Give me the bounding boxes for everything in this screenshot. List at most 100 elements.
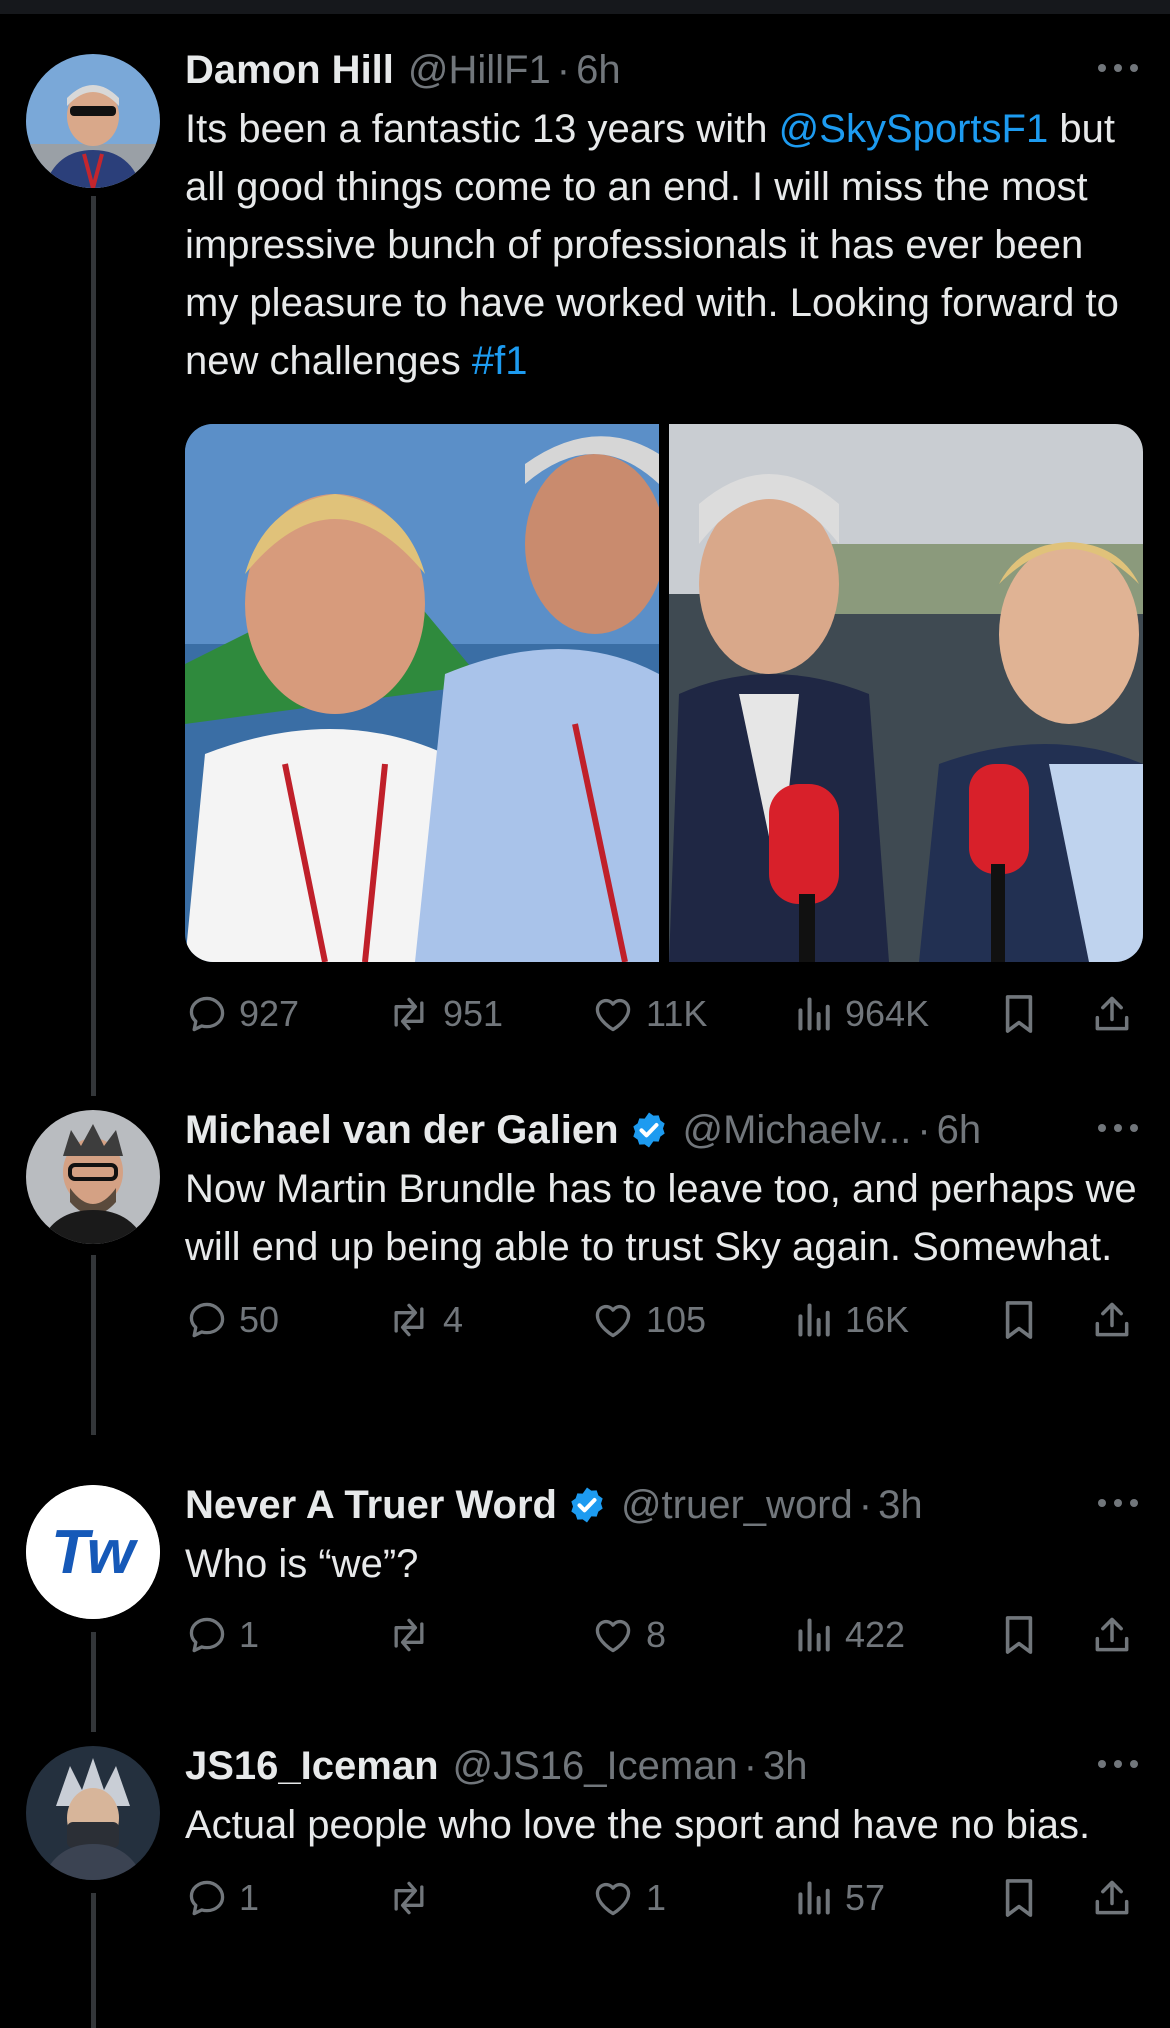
likes-count: 1 [646, 1877, 667, 1918]
replies-count: 1 [239, 1614, 260, 1655]
reply-button[interactable]: 1 [185, 1605, 259, 1665]
timestamp[interactable]: 3h [878, 1483, 923, 1528]
repost-icon [385, 1876, 433, 1920]
share-icon [1090, 1296, 1134, 1344]
photo-right[interactable] [669, 424, 1143, 962]
timestamp[interactable]: 6h [937, 1108, 982, 1153]
avatar[interactable]: Tw [26, 1485, 160, 1619]
views-count: 57 [845, 1877, 886, 1918]
heart-icon [590, 1613, 636, 1657]
repost-button[interactable]: 4 [385, 1290, 463, 1350]
verified-badge-icon[interactable] [567, 1485, 607, 1525]
tweet-text-part: Now Martin Brundle has to leave too, and… [185, 1167, 1137, 1269]
avatar[interactable] [26, 54, 160, 188]
repost-button[interactable]: 951 [385, 984, 503, 1044]
views-icon [795, 1613, 835, 1657]
author-handle[interactable]: @HillF1 [408, 48, 551, 93]
tweet-content: JS16_Iceman @JS16_Iceman · 3h Actual peo… [185, 1736, 1140, 1928]
reposts-count: 4 [443, 1299, 464, 1340]
views-count: 422 [845, 1614, 906, 1655]
tweet-header: JS16_Iceman @JS16_Iceman · 3h [185, 1736, 1140, 1796]
views-icon [795, 992, 835, 1036]
bookmark-icon [1000, 990, 1038, 1038]
more-options-icon[interactable] [1096, 1754, 1140, 1774]
reply-icon [185, 992, 229, 1036]
bookmark-button[interactable] [1000, 1605, 1038, 1665]
timestamp[interactable]: 3h [763, 1744, 808, 1789]
tweet-link[interactable]: #f1 [472, 339, 528, 383]
thread-line [91, 1893, 96, 2028]
tweet-link[interactable]: @SkySportsF1 [779, 107, 1049, 151]
separator-dot: · [858, 1482, 873, 1527]
replies-count: 50 [239, 1299, 280, 1340]
share-button[interactable] [1090, 1605, 1134, 1665]
author-name[interactable]: Michael van der Galien [185, 1108, 619, 1153]
action-bar: 1 8 422 [185, 1605, 1140, 1665]
repost-button[interactable] [385, 1868, 433, 1928]
heart-icon [590, 1876, 636, 1920]
separator-dot: · [743, 1743, 758, 1788]
share-button[interactable] [1090, 1290, 1134, 1350]
views-button[interactable]: 422 [795, 1605, 905, 1665]
author-handle[interactable]: @Michaelv... [683, 1108, 912, 1153]
tweet-text: Who is “we”? [185, 1535, 1140, 1593]
views-button[interactable]: 964K [795, 984, 929, 1044]
author-name[interactable]: Damon Hill [185, 48, 394, 93]
avatar[interactable] [26, 1746, 160, 1880]
avatar[interactable] [26, 1110, 160, 1244]
separator-dot: · [556, 47, 571, 92]
more-options-icon[interactable] [1096, 1493, 1140, 1513]
tweet-text-part: Its been a fantastic 13 years with [185, 107, 779, 151]
status-strip [0, 0, 1170, 14]
tweet-content: Damon Hill @HillF1 · 6h Its been a fanta… [185, 40, 1143, 1044]
views-button[interactable]: 57 [795, 1868, 885, 1928]
bookmark-button[interactable] [1000, 1868, 1038, 1928]
tweet-content: Michael van der Galien @Michaelv... · 6h… [185, 1100, 1140, 1350]
heart-icon [590, 992, 636, 1036]
photo-left[interactable] [185, 424, 659, 962]
thread-line [91, 1255, 96, 1435]
reply-button[interactable]: 927 [185, 984, 299, 1044]
share-button[interactable] [1090, 984, 1134, 1044]
timestamp[interactable]: 6h [576, 48, 621, 93]
share-button[interactable] [1090, 1868, 1134, 1928]
replies-count: 1 [239, 1877, 260, 1918]
reposts-count: 951 [443, 993, 504, 1034]
replies-count: 927 [239, 993, 300, 1034]
tweet-text-part: Actual people who love the sport and hav… [185, 1803, 1091, 1847]
reply-button[interactable]: 50 [185, 1290, 279, 1350]
like-button[interactable]: 11K [590, 984, 707, 1044]
more-options-icon[interactable] [1096, 58, 1140, 78]
action-bar: 927 951 11K 964K [185, 984, 1140, 1044]
action-bar: 50 4 105 16K [185, 1290, 1140, 1350]
action-bar: 1 1 57 [185, 1868, 1140, 1928]
repost-icon [385, 1298, 433, 1342]
repost-button[interactable] [385, 1605, 433, 1665]
likes-count: 105 [646, 1299, 707, 1340]
tweet-header: Never A Truer Word @truer_word · 3h [185, 1475, 1140, 1535]
more-options-icon[interactable] [1096, 1118, 1140, 1138]
tweet-text: Actual people who love the sport and hav… [185, 1796, 1140, 1854]
author-name[interactable]: JS16_Iceman [185, 1744, 439, 1789]
views-button[interactable]: 16K [795, 1290, 909, 1350]
media-grid[interactable] [185, 424, 1143, 962]
like-button[interactable]: 8 [590, 1605, 666, 1665]
likes-count: 8 [646, 1614, 667, 1655]
share-icon [1090, 990, 1134, 1038]
views-count: 964K [845, 993, 930, 1034]
author-handle[interactable]: @truer_word [621, 1483, 853, 1528]
likes-count: 11K [646, 993, 708, 1034]
share-icon [1090, 1611, 1134, 1659]
like-button[interactable]: 105 [590, 1290, 706, 1350]
bookmark-button[interactable] [1000, 984, 1038, 1044]
tweet-header: Michael van der Galien @Michaelv... · 6h [185, 1100, 1140, 1160]
verified-badge-icon[interactable] [629, 1110, 669, 1150]
bookmark-button[interactable] [1000, 1290, 1038, 1350]
reply-button[interactable]: 1 [185, 1868, 259, 1928]
author-handle[interactable]: @JS16_Iceman [453, 1744, 738, 1789]
share-icon [1090, 1874, 1134, 1922]
views-icon [795, 1298, 835, 1342]
like-button[interactable]: 1 [590, 1868, 666, 1928]
author-name[interactable]: Never A Truer Word [185, 1483, 557, 1528]
thread-line [91, 1632, 96, 1732]
